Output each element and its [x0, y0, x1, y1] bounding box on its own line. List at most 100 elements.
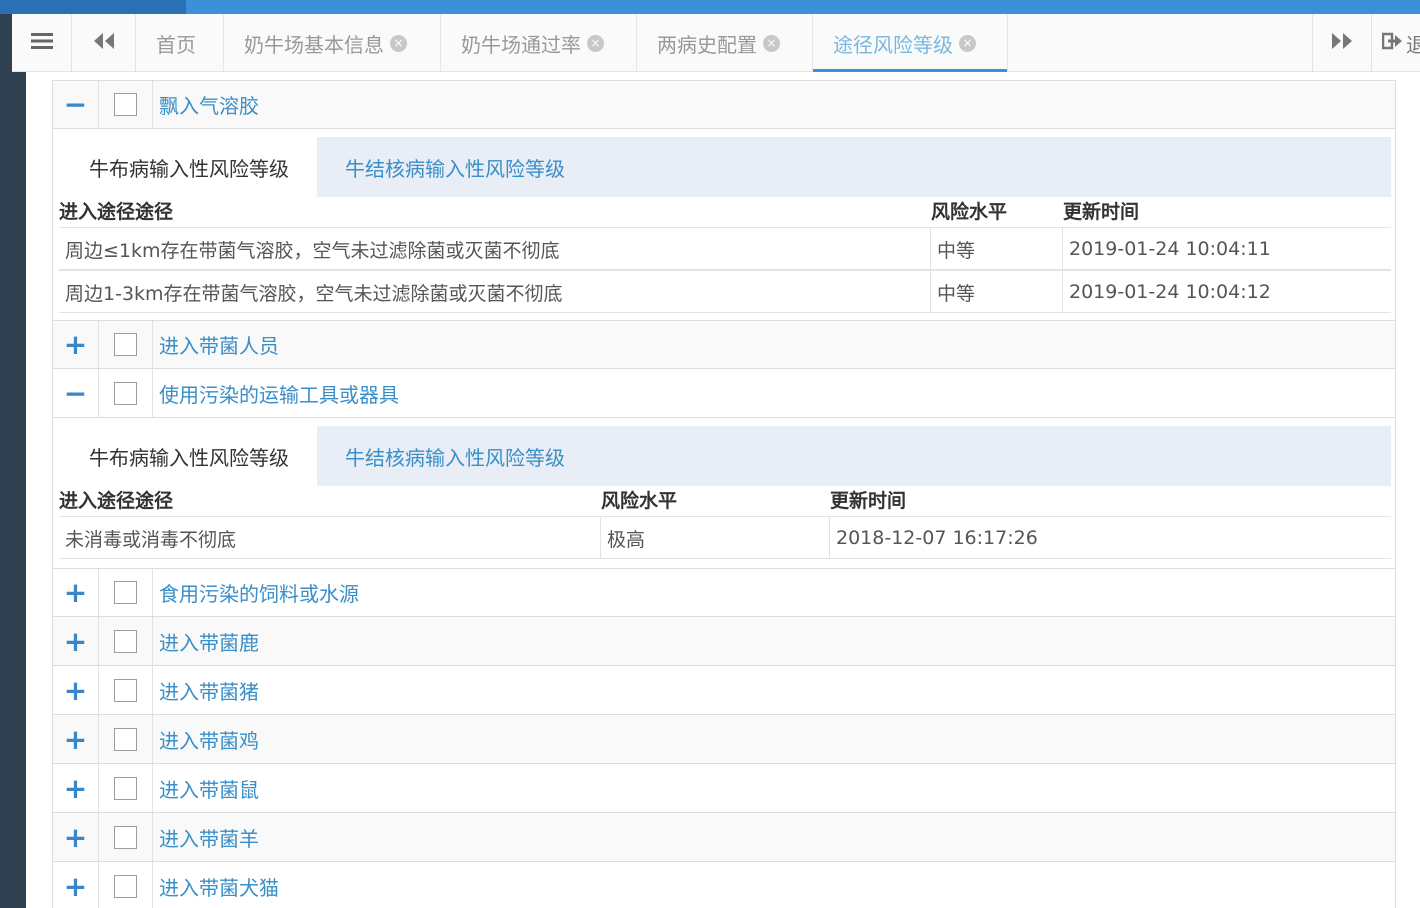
row-label[interactable]: 进入带菌羊 [159, 813, 259, 861]
row-checkbox[interactable] [114, 629, 137, 653]
tab-home[interactable]: 首页 [136, 14, 224, 72]
row-label[interactable]: 进入带菌鸡 [159, 715, 259, 763]
expand-toggle[interactable]: + [53, 813, 99, 861]
row-checkbox-cell [99, 862, 153, 908]
row-label[interactable]: 进入带菌猪 [159, 666, 259, 714]
cell-divider [1062, 271, 1063, 313]
double-chevron-left-icon [93, 31, 115, 55]
table-row: + 进入带菌鸡 [52, 715, 1396, 764]
cell-risk-level: 中等 [937, 282, 976, 305]
hamburger-icon [30, 31, 53, 55]
subtab-tuberculosis-risk[interactable]: 牛结核病输入性风险等级 [345, 426, 565, 486]
row-detail-panel: 牛布病输入性风险等级 牛结核病输入性风险等级 进入途径途径 风险水平 更新时间 … [52, 418, 1396, 568]
detail-table-row: 周边1-3km存在带菌气溶胶，空气未过滤除菌或灭菌不彻底 中等 2019-01-… [59, 270, 1391, 313]
close-icon[interactable]: × [390, 34, 407, 52]
sign-out-icon [1381, 31, 1402, 55]
row-checkbox-cell [99, 813, 153, 861]
tab-scroll-right-button[interactable] [1312, 14, 1372, 72]
cell-divider [600, 517, 601, 559]
row-checkbox[interactable] [114, 678, 137, 702]
row-label[interactable]: 食用污染的饲料或水源 [159, 569, 359, 616]
row-checkbox-cell [99, 715, 153, 763]
cell-divider [930, 271, 931, 313]
row-checkbox-cell [99, 369, 153, 417]
tab-dairy-farm-info[interactable]: 奶牛场基本信息 × [224, 14, 441, 72]
row-checkbox[interactable] [114, 776, 137, 800]
row-checkbox[interactable] [114, 381, 137, 405]
row-checkbox-cell [99, 617, 153, 665]
row-label[interactable]: 进入带菌鼠 [159, 764, 259, 812]
table-row: + 进入带菌猪 [52, 666, 1396, 715]
row-checkbox-cell [99, 81, 153, 128]
row-checkbox[interactable] [114, 581, 137, 604]
tab-label: 途径风险等级 [833, 32, 953, 57]
cell-divider [829, 517, 830, 559]
col-header-route: 进入途径途径 [59, 490, 174, 512]
cell-risk-level: 中等 [937, 239, 976, 262]
cell-update-time: 2018-12-07 16:17:26 [836, 527, 1038, 549]
row-detail-panel: 牛布病输入性风险等级 牛结核病输入性风险等级 进入途径途径 风险水平 更新时间 … [52, 129, 1396, 320]
row-checkbox[interactable] [114, 825, 137, 849]
col-header-update-time: 更新时间 [1063, 201, 1140, 223]
tab-route-risk-level[interactable]: 途径风险等级 × [813, 14, 1008, 72]
collapse-toggle[interactable]: − [53, 369, 99, 417]
cell-risk-level: 极高 [607, 528, 646, 551]
cell-update-time: 2019-01-24 10:04:11 [1069, 238, 1271, 260]
row-checkbox[interactable] [114, 93, 137, 116]
tab-label: 奶牛场基本信息 [244, 32, 384, 57]
cell-update-time: 2019-01-24 10:04:12 [1069, 281, 1271, 303]
row-label[interactable]: 进入带菌人员 [159, 321, 279, 368]
row-label[interactable]: 进入带菌犬猫 [159, 862, 279, 908]
expand-toggle[interactable]: + [53, 862, 99, 908]
col-header-risk-level: 风险水平 [931, 201, 1008, 223]
row-checkbox[interactable] [114, 333, 137, 356]
logout-button[interactable]: 退 [1372, 14, 1420, 72]
top-header-bar [0, 0, 1420, 14]
col-header-route: 进入途径途径 [59, 201, 174, 223]
double-chevron-right-icon [1331, 31, 1353, 55]
detail-subtabs: 牛布病输入性风险等级 牛结核病输入性风险等级 [61, 137, 1391, 197]
tab-label: 首页 [156, 32, 196, 57]
tab-dairy-farm-pass-rate[interactable]: 奶牛场通过率 × [441, 14, 637, 72]
detail-table-row: 未消毒或消毒不彻底 极高 2018-12-07 16:17:26 [59, 516, 1391, 559]
expand-toggle[interactable]: + [53, 715, 99, 763]
row-checkbox-cell [99, 764, 153, 812]
row-checkbox-cell [99, 666, 153, 714]
table-row: − 飘入气溶胶 [52, 80, 1396, 129]
page-tab-bar: 首页 奶牛场基本信息 × 奶牛场通过率 × 两病史配置 × 途径风险等级 × 退 [12, 14, 1420, 72]
cell-divider [1062, 228, 1063, 270]
tab-scroll-left-button[interactable] [72, 14, 136, 72]
subtab-brucellosis-risk[interactable]: 牛布病输入性风险等级 [61, 137, 317, 197]
table-row: + 进入带菌人员 [52, 320, 1396, 369]
expand-toggle[interactable]: + [53, 321, 99, 368]
row-checkbox[interactable] [114, 874, 137, 898]
detail-table-row: 周边≤1km存在带菌气溶胶，空气未过滤除菌或灭菌不彻底 中等 2019-01-2… [59, 227, 1391, 270]
row-checkbox[interactable] [114, 727, 137, 751]
expand-toggle[interactable]: + [53, 617, 99, 665]
expand-toggle[interactable]: + [53, 569, 99, 616]
row-label[interactable]: 使用污染的运输工具或器具 [159, 369, 399, 417]
table-row: − 使用污染的运输工具或器具 [52, 369, 1396, 418]
sidebar-edge [0, 14, 12, 908]
table-row: + 进入带菌犬猫 [52, 862, 1396, 908]
expand-toggle[interactable]: + [53, 764, 99, 812]
table-row: + 进入带菌羊 [52, 813, 1396, 862]
cell-route: 未消毒或消毒不彻底 [65, 528, 237, 551]
close-icon[interactable]: × [959, 34, 976, 52]
menu-toggle-button[interactable] [12, 14, 72, 72]
row-checkbox-cell [99, 321, 153, 368]
close-icon[interactable]: × [587, 34, 604, 52]
table-row: + 进入带菌鼠 [52, 764, 1396, 813]
row-label[interactable]: 进入带菌鹿 [159, 617, 259, 665]
logout-label: 退 [1406, 32, 1420, 57]
row-checkbox-cell [99, 569, 153, 616]
expand-toggle[interactable]: + [53, 666, 99, 714]
subtab-brucellosis-risk[interactable]: 牛布病输入性风险等级 [61, 426, 317, 486]
row-label[interactable]: 飘入气溶胶 [159, 81, 259, 128]
collapse-toggle[interactable]: − [53, 81, 99, 128]
close-icon[interactable]: × [763, 34, 780, 52]
tab-disease-history-config[interactable]: 两病史配置 × [637, 14, 813, 72]
table-row: + 食用污染的饲料或水源 [52, 568, 1396, 617]
detail-subtabs: 牛布病输入性风险等级 牛结核病输入性风险等级 [61, 426, 1391, 486]
subtab-tuberculosis-risk[interactable]: 牛结核病输入性风险等级 [345, 137, 565, 197]
